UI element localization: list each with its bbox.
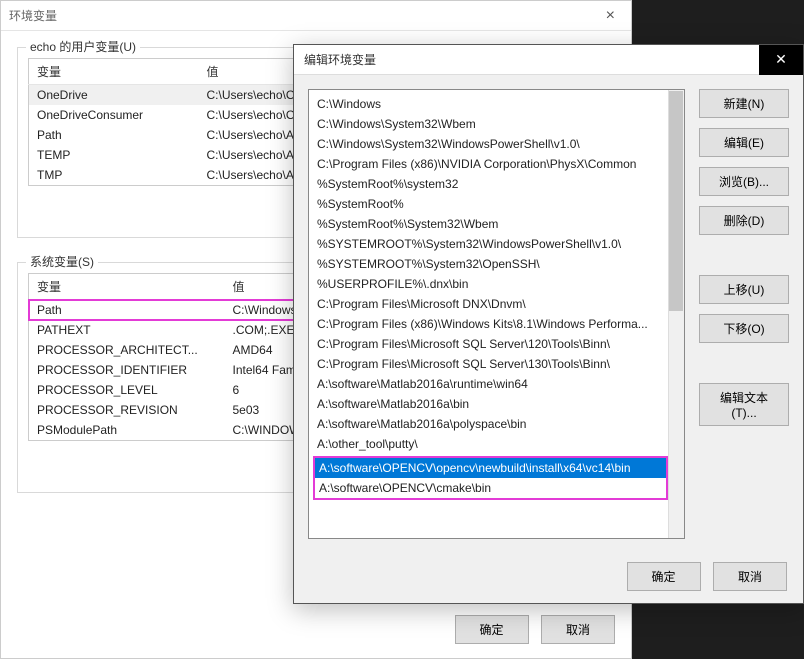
highlight-box: A:\software\OPENCV\opencv\newbuild\insta… [313, 456, 668, 500]
env-vars-footer: 确定 取消 [447, 615, 615, 644]
cell-var: TMP [29, 165, 199, 186]
list-item[interactable]: %SystemRoot%\system32 [313, 174, 668, 194]
edit-footer: 确定 取消 [619, 562, 787, 591]
edit-text-button[interactable]: 编辑文本(T)... [699, 383, 789, 426]
list-item[interactable]: %SYSTEMROOT%\System32\WindowsPowerShell\… [313, 234, 668, 254]
list-item[interactable]: C:\Windows [313, 94, 668, 114]
list-item[interactable]: %SystemRoot% [313, 194, 668, 214]
cell-var: TEMP [29, 145, 199, 165]
cell-var: OneDrive [29, 85, 199, 106]
col-var[interactable]: 变量 [29, 59, 199, 85]
env-vars-titlebar: 环境变量 × [1, 1, 631, 31]
edit-button[interactable]: 编辑(E) [699, 128, 789, 157]
sys-vars-label: 系统变量(S) [26, 253, 98, 270]
cell-var: PROCESSOR_LEVEL [29, 380, 225, 400]
cancel-button[interactable]: 取消 [713, 562, 787, 591]
cell-var: Path [29, 125, 199, 145]
edit-dialog-title: 编辑环境变量 [304, 51, 376, 68]
move-up-button[interactable]: 上移(U) [699, 275, 789, 304]
scrollbar[interactable] [668, 90, 684, 538]
path-listbox[interactable]: C:\WindowsC:\Windows\System32\WbemC:\Win… [308, 89, 685, 539]
cancel-button[interactable]: 取消 [541, 615, 615, 644]
scroll-thumb[interactable] [669, 91, 683, 311]
close-button[interactable]: ✕ [759, 45, 803, 75]
list-item[interactable]: C:\Program Files\Microsoft DNX\Dnvm\ [313, 294, 668, 314]
cell-var: PROCESSOR_IDENTIFIER [29, 360, 225, 380]
edit-env-var-dialog: 编辑环境变量 ✕ C:\WindowsC:\Windows\System32\W… [293, 44, 804, 604]
user-vars-label: echo 的用户变量(U) [26, 38, 140, 55]
list-item[interactable]: A:\software\Matlab2016a\runtime\win64 [313, 374, 668, 394]
move-down-button[interactable]: 下移(O) [699, 314, 789, 343]
close-icon[interactable]: × [598, 7, 623, 25]
list-item[interactable]: A:\software\Matlab2016a\bin [313, 394, 668, 414]
env-vars-title: 环境变量 [9, 7, 57, 24]
col-var[interactable]: 变量 [29, 274, 225, 300]
list-item-selected[interactable]: A:\software\OPENCV\opencv\newbuild\insta… [315, 458, 666, 478]
list-item[interactable]: A:\software\Matlab2016a\polyspace\bin [313, 414, 668, 434]
cell-var: PATHEXT [29, 320, 225, 340]
list-item[interactable]: A:\other_tool\putty\ [313, 434, 668, 454]
close-icon: ✕ [775, 51, 787, 68]
ok-button[interactable]: 确定 [455, 615, 529, 644]
side-buttons: 新建(N) 编辑(E) 浏览(B)... 删除(D) 上移(U) 下移(O) 编… [699, 89, 789, 539]
cell-var: PSModulePath [29, 420, 225, 441]
browse-button[interactable]: 浏览(B)... [699, 167, 789, 196]
cell-var: PROCESSOR_REVISION [29, 400, 225, 420]
list-item[interactable]: %SystemRoot%\System32\Wbem [313, 214, 668, 234]
edit-titlebar: 编辑环境变量 ✕ [294, 45, 803, 75]
list-item[interactable]: A:\software\OPENCV\cmake\bin [315, 478, 666, 498]
list-item[interactable]: C:\Windows\System32\Wbem [313, 114, 668, 134]
delete-button[interactable]: 删除(D) [699, 206, 789, 235]
list-item[interactable]: C:\Program Files (x86)\NVIDIA Corporatio… [313, 154, 668, 174]
list-item[interactable]: C:\Windows\System32\WindowsPowerShell\v1… [313, 134, 668, 154]
cell-var: OneDriveConsumer [29, 105, 199, 125]
list-item[interactable]: C:\Program Files (x86)\Windows Kits\8.1\… [313, 314, 668, 334]
new-button[interactable]: 新建(N) [699, 89, 789, 118]
list-item[interactable]: C:\Program Files\Microsoft SQL Server\13… [313, 354, 668, 374]
list-item[interactable]: %SYSTEMROOT%\System32\OpenSSH\ [313, 254, 668, 274]
cell-var: PROCESSOR_ARCHITECT... [29, 340, 225, 360]
cell-var: Path [29, 300, 225, 321]
ok-button[interactable]: 确定 [627, 562, 701, 591]
list-item[interactable]: %USERPROFILE%\.dnx\bin [313, 274, 668, 294]
list-item[interactable]: C:\Program Files\Microsoft SQL Server\12… [313, 334, 668, 354]
